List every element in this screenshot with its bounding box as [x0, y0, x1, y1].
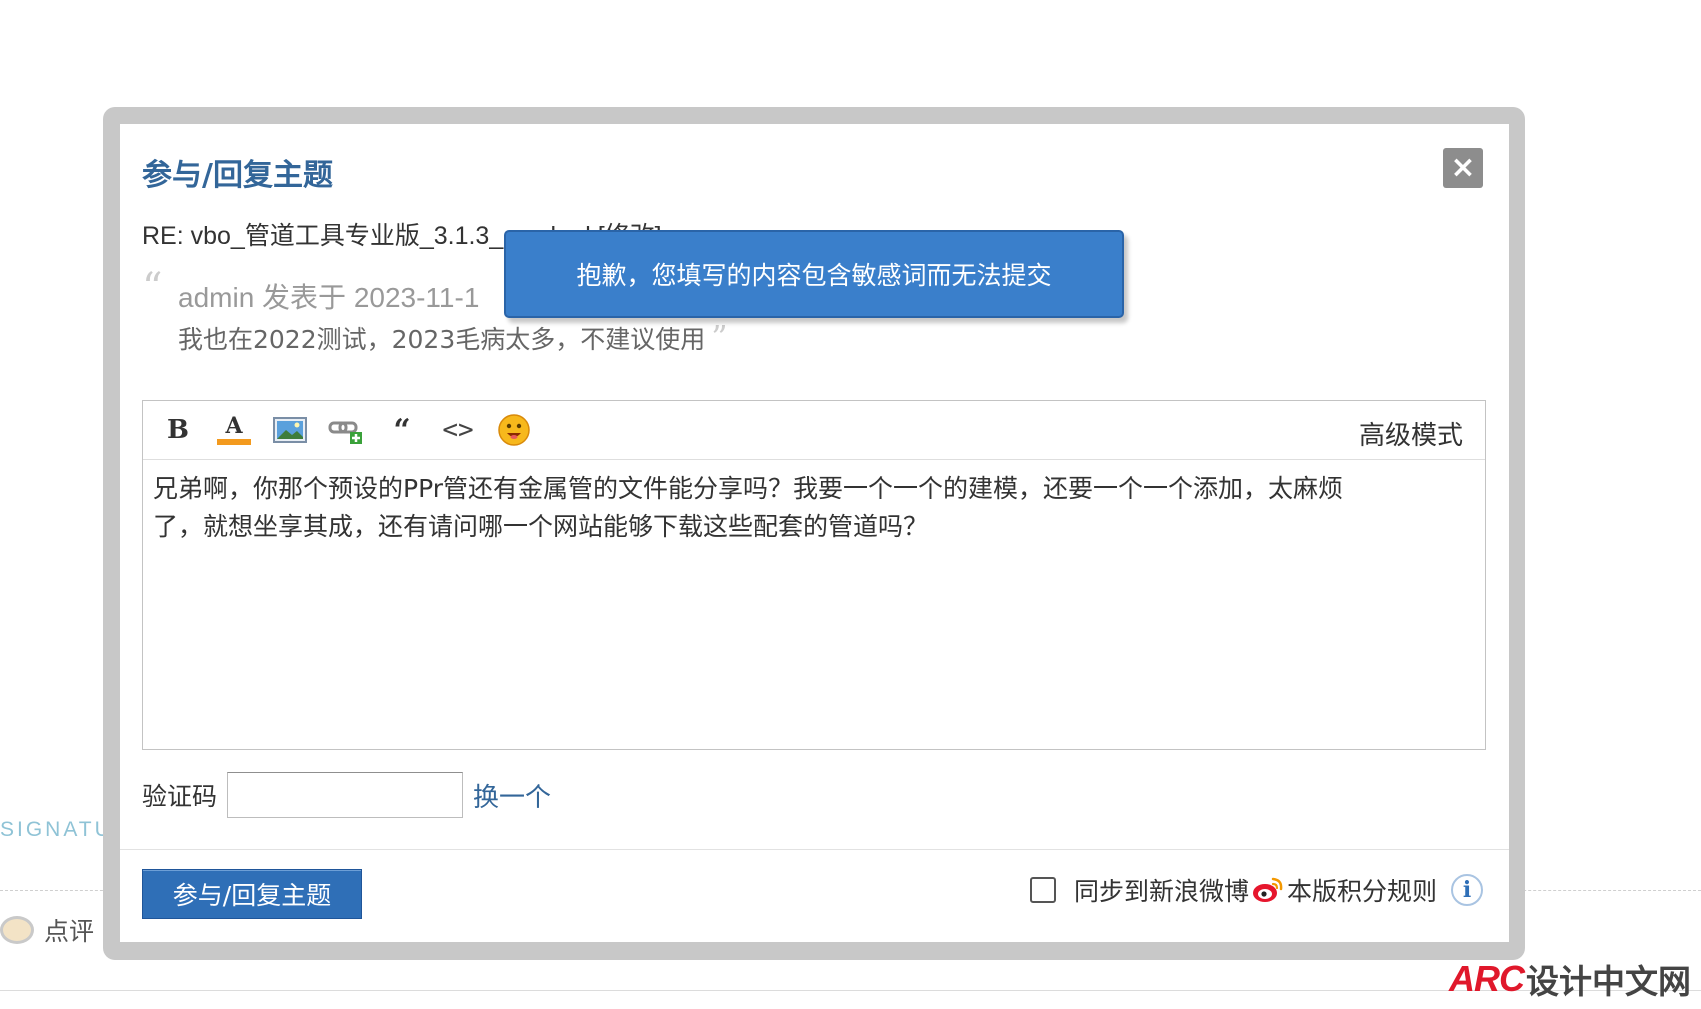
coffee-cup-icon [0, 916, 34, 944]
image-icon[interactable] [269, 409, 311, 451]
quote-meta: admin 发表于 2023-11-1 [178, 282, 480, 313]
sync-options: 同步到新浪微博 本版积分规则 i [1029, 872, 1483, 908]
quote-icon[interactable]: “ [381, 409, 423, 451]
code-icon[interactable]: <> [437, 409, 479, 451]
watermark-arc: ARC [1449, 958, 1525, 999]
quote-text: 我也在2022测试，2023毛病太多，不建议使用 [178, 325, 706, 354]
watermark-logo: ARC 设计中文网 [1449, 955, 1691, 1003]
info-icon[interactable]: i [1451, 874, 1483, 906]
reply-editor: B A “ <> 高级模式 兄弟啊，你那个预设的PPr管还有金属管的文件能分享吗… [142, 400, 1486, 750]
link-icon[interactable] [325, 409, 367, 451]
watermark-text: 设计中文网 [1526, 963, 1691, 1000]
divider [120, 849, 1509, 850]
reply-textarea[interactable]: 兄弟啊，你那个预设的PPr管还有金属管的文件能分享吗？我要一个一个的建模，还要一… [143, 460, 1353, 556]
comment-label: 点评 [44, 917, 95, 946]
bold-icon[interactable]: B [157, 409, 199, 451]
divider [0, 990, 1701, 991]
smiley-icon[interactable] [493, 409, 535, 451]
rules-link[interactable]: 本版积分规则 [1287, 872, 1437, 908]
weibo-icon [1252, 877, 1283, 902]
sync-weibo-label: 同步到新浪微博 [1073, 877, 1249, 906]
captcha-refresh-link[interactable]: 换一个 [473, 777, 551, 814]
captcha-label: 验证码 [142, 782, 218, 811]
captcha-row: 验证码 换一个 [142, 772, 551, 818]
comment-action[interactable]: 点评 [0, 912, 94, 948]
editor-toolbar: B A “ <> 高级模式 [143, 401, 1485, 460]
quote-open-icon: “ [142, 265, 163, 311]
error-tooltip: 抱歉，您填写的内容包含敏感词而无法提交 [504, 230, 1124, 318]
font-color-bar [217, 439, 251, 445]
advanced-mode-link[interactable]: 高级模式 [1359, 415, 1463, 452]
quote-body: 我也在2022测试，2023毛病太多，不建议使用” [178, 318, 728, 356]
close-button[interactable]: × [1443, 148, 1483, 188]
font-color-glyph: A [225, 413, 243, 439]
sync-weibo-checkbox[interactable] [1029, 877, 1056, 903]
quote-close-icon: ” [711, 318, 728, 356]
font-color-icon[interactable]: A [213, 409, 255, 451]
captcha-input[interactable] [227, 772, 464, 818]
dialog-title: 参与/回复主题 [142, 158, 333, 193]
submit-reply-button[interactable]: 参与/回复主题 [142, 869, 362, 919]
close-icon: × [1450, 150, 1476, 185]
